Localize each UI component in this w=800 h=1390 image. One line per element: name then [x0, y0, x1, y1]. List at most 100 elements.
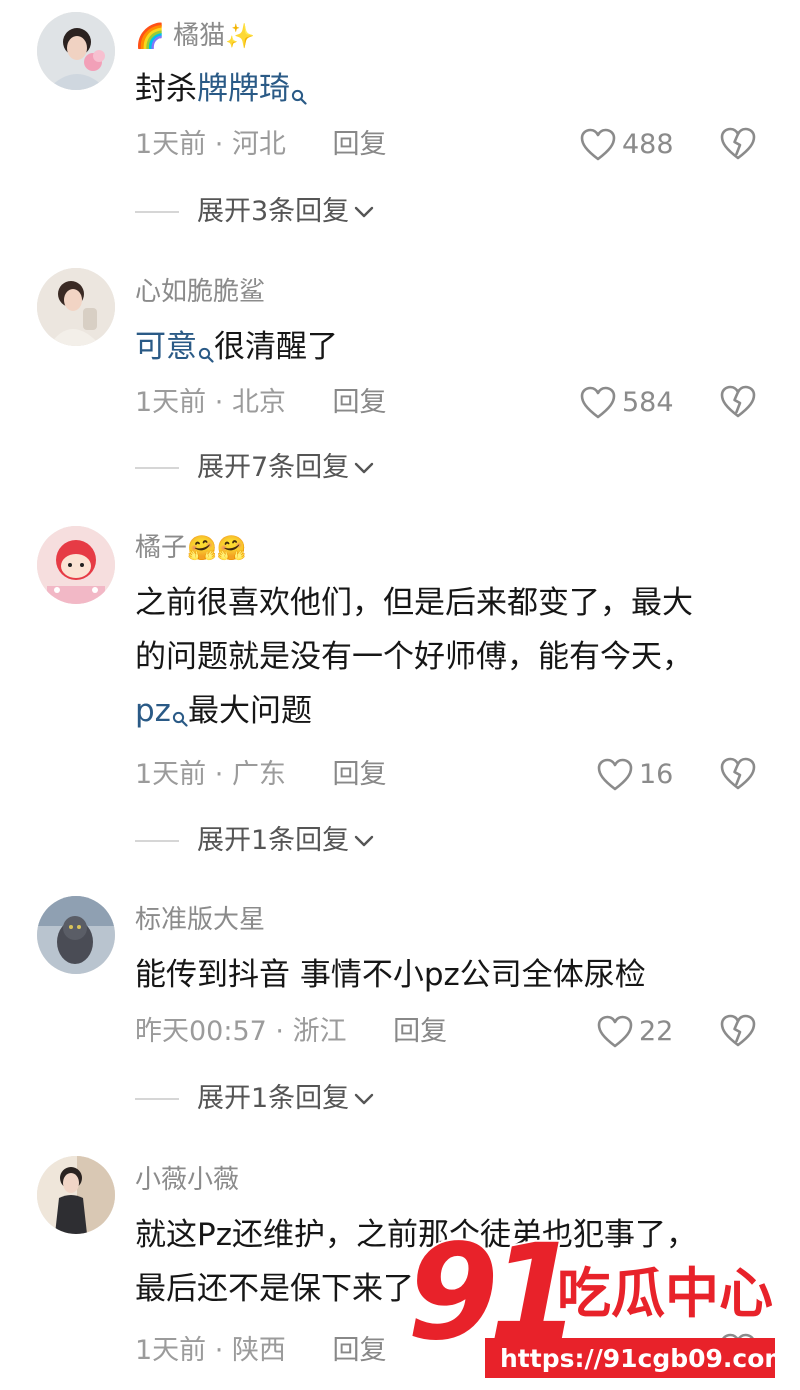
- comment-item: 小薇小薇 就这Pz还维护，之前那个徒弟也犯事了， 最后还不是保下来了 1天前 ·…: [0, 1148, 800, 1386]
- sparkle-emoji: ✨: [225, 22, 256, 50]
- chevron-down-icon: [354, 1093, 374, 1105]
- comment-item: 🌈 橘猫✨ 封杀牌牌琦 1天前 · 河北 回复 488 展开3条回复: [0, 0, 800, 258]
- comment-line: 就这Pz还维护，之前那个徒弟也犯事了，: [135, 1217, 697, 1253]
- comment-text: 封杀牌牌琦: [135, 62, 745, 122]
- comment-location: 陕西: [231, 1335, 286, 1366]
- username-text: 标准版大星: [135, 905, 266, 935]
- comment-time: 1天前: [135, 387, 207, 418]
- reply-button[interactable]: 回复: [333, 759, 387, 790]
- dislike-button[interactable]: [720, 385, 756, 423]
- expand-replies-button[interactable]: 展开3条回复: [135, 192, 375, 232]
- search-link[interactable]: 牌牌琦: [197, 71, 290, 107]
- username[interactable]: 🌈 橘猫✨: [135, 18, 255, 54]
- comment-time: 昨天00:57: [135, 1016, 267, 1047]
- avatar[interactable]: [37, 12, 115, 90]
- reply-button[interactable]: 回复: [333, 1335, 387, 1366]
- reply-button[interactable]: 回复: [393, 1016, 447, 1047]
- meta-separator: ·: [206, 1335, 232, 1366]
- avatar[interactable]: [37, 526, 115, 604]
- comment-time: 1天前: [135, 1335, 207, 1366]
- heart-outline-icon: [597, 1015, 633, 1048]
- expand-label: 展开3条回复: [197, 196, 350, 227]
- avatar[interactable]: [37, 896, 115, 974]
- broken-heart-icon: [720, 385, 756, 418]
- comment-meta: 1天前 · 广东 回复: [135, 755, 387, 795]
- like-button[interactable]: 16: [597, 755, 673, 795]
- comment-text: 可意 很清醒了: [135, 320, 745, 380]
- comment-meta: 1天前 · 北京 回复: [135, 383, 387, 423]
- like-button[interactable]: 584: [580, 383, 674, 423]
- username[interactable]: 心如脆脆鲨: [135, 274, 265, 310]
- search-link[interactable]: 可意: [135, 329, 197, 365]
- chevron-down-icon: [354, 206, 374, 218]
- comment-location: 广东: [231, 759, 286, 790]
- reply-button[interactable]: 回复: [333, 129, 387, 160]
- comment-line: pz 最大问题: [135, 684, 745, 744]
- rainbow-emoji: 🌈: [135, 22, 165, 50]
- broken-heart-icon: [720, 1014, 756, 1047]
- search-icon[interactable]: [198, 326, 214, 380]
- broken-heart-icon: [720, 127, 756, 160]
- comment-line: 的问题就是没有一个好师傅，能有今天，: [135, 639, 693, 675]
- username[interactable]: 橘子🤗🤗: [135, 530, 247, 566]
- chevron-down-icon: [354, 835, 374, 847]
- comment-text: 能传到抖音 事情不小pz公司全体尿检: [135, 948, 745, 1002]
- chevron-down-icon: [354, 462, 374, 474]
- comment-text-post: 很清醒了: [214, 329, 338, 365]
- expand-replies-button[interactable]: 展开1条回复: [135, 1079, 375, 1119]
- meta-separator: ·: [266, 1016, 293, 1047]
- broken-heart-icon: [720, 757, 756, 790]
- avatar[interactable]: [37, 1156, 115, 1234]
- username-text: 小薇小薇: [135, 1165, 240, 1195]
- comment-text-pre: 封杀: [135, 71, 197, 107]
- username-text: 橘猫: [173, 21, 226, 51]
- comment-line: 之前很喜欢他们，但是后来都变了，最大: [135, 585, 693, 621]
- divider-line: [135, 467, 179, 469]
- dislike-button[interactable]: [720, 757, 756, 795]
- avatar[interactable]: [37, 268, 115, 346]
- like-button[interactable]: 488: [580, 125, 674, 165]
- like-button[interactable]: 22: [597, 1012, 673, 1052]
- comment-text-post: 最大问题: [187, 693, 312, 729]
- heart-outline-icon: [580, 386, 616, 419]
- comment-location: 河北: [231, 129, 286, 160]
- heart-outline-icon: [597, 758, 633, 791]
- divider-line: [135, 840, 179, 842]
- like-count: 16: [639, 759, 674, 790]
- meta-separator: ·: [206, 387, 232, 418]
- divider-line: [135, 1098, 179, 1100]
- comment-text-body: 能传到抖音 事情不小pz公司全体尿检: [135, 957, 646, 993]
- dislike-button[interactable]: [720, 1333, 756, 1371]
- comment-item: 橘子🤗🤗 之前很喜欢他们，但是后来都变了，最大 的问题就是没有一个好师傅，能有今…: [0, 516, 800, 886]
- like-count: 488: [622, 129, 674, 160]
- username[interactable]: 小薇小薇: [135, 1162, 239, 1198]
- dislike-button[interactable]: [720, 127, 756, 165]
- username-text: 橘子: [135, 533, 188, 563]
- search-link[interactable]: pz: [135, 693, 171, 729]
- expand-label: 展开7条回复: [197, 452, 350, 483]
- comment-item: 心如脆脆鲨 可意 很清醒了 1天前 · 北京 回复 584 展开7条回复: [0, 258, 800, 516]
- comment-time: 1天前: [135, 759, 207, 790]
- divider-line: [135, 211, 179, 213]
- comment-time: 1天前: [135, 129, 207, 160]
- comment-meta: 1天前 · 河北 回复: [135, 125, 387, 165]
- like-count: 584: [622, 387, 674, 418]
- expand-replies-button[interactable]: 展开1条回复: [135, 821, 375, 861]
- expand-replies-button[interactable]: 展开7条回复: [135, 448, 375, 488]
- comment-meta: 昨天00:57 · 浙江 回复: [135, 1012, 447, 1052]
- search-icon[interactable]: [291, 68, 307, 122]
- broken-heart-icon: [720, 1333, 756, 1366]
- username[interactable]: 标准版大星: [135, 902, 265, 938]
- hug-emoji: 🤗🤗: [187, 534, 247, 562]
- meta-separator: ·: [206, 129, 232, 160]
- like-count: 22: [639, 1016, 674, 1047]
- heart-outline-icon: [580, 128, 616, 161]
- comment-meta: 1天前 · 陕西 回复: [135, 1331, 387, 1371]
- comment-line: 最后还不是保下来了: [135, 1271, 414, 1307]
- comment-location: 北京: [231, 387, 286, 418]
- expand-label: 展开1条回复: [197, 825, 350, 856]
- reply-button[interactable]: 回复: [333, 387, 387, 418]
- dislike-button[interactable]: [720, 1014, 756, 1052]
- search-icon[interactable]: [172, 690, 188, 744]
- comment-item: 标准版大星 能传到抖音 事情不小pz公司全体尿检 昨天00:57 · 浙江 回复…: [0, 886, 800, 1148]
